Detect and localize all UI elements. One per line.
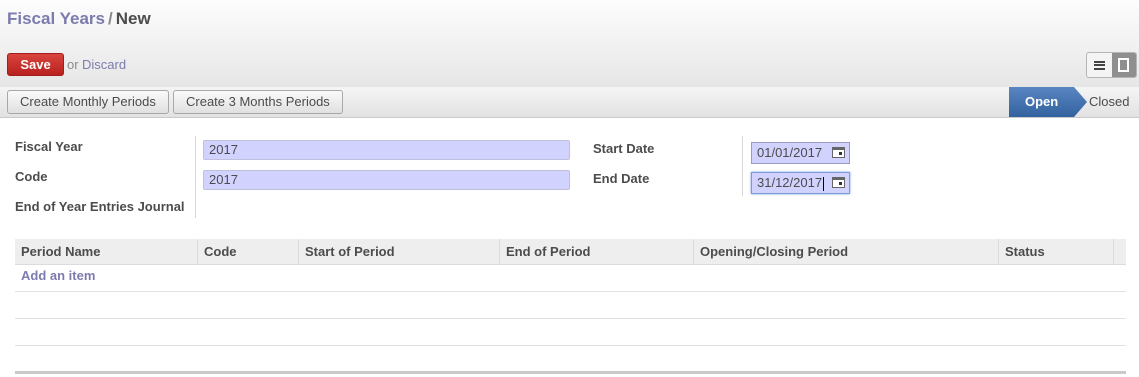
stage-open-label: Open <box>1025 94 1059 109</box>
breadcrumb-fiscal-years-link[interactable]: Fiscal Years <box>7 9 105 28</box>
table-row <box>15 291 1126 292</box>
column-header[interactable]: Code <box>198 239 299 264</box>
create-3-months-periods-button[interactable]: Create 3 Months Periods <box>173 90 343 114</box>
table-header: Period Name Code Start of Period End of … <box>15 239 1126 265</box>
discard-link[interactable]: Discard <box>82 57 126 72</box>
start-date-label: Start Date <box>593 141 655 156</box>
table-row <box>15 345 1126 346</box>
label-separator-right <box>742 136 743 196</box>
or-text: or <box>67 57 79 72</box>
column-header[interactable]: Status <box>999 239 1114 264</box>
journal-label: End of Year Entries Journal <box>15 199 185 214</box>
breadcrumb-current: New <box>115 9 151 28</box>
start-date-value: 01/01/2017 <box>757 145 823 160</box>
end-date-value: 31/12/2017 <box>757 175 823 190</box>
table-row <box>15 318 1126 319</box>
stage-open[interactable]: Open <box>1009 87 1087 117</box>
list-view-icon <box>1093 60 1105 70</box>
column-header[interactable]: Period Name <box>15 239 198 264</box>
text-cursor <box>823 176 825 191</box>
code-label: Code <box>15 169 48 184</box>
code-field[interactable]: 2017 <box>203 170 570 190</box>
form-view-button[interactable] <box>1111 53 1136 77</box>
start-date-field[interactable]: 01/01/2017 <box>751 142 850 164</box>
breadcrumb-separator: / <box>108 9 113 28</box>
end-date-label: End Date <box>593 171 650 186</box>
list-view-button[interactable] <box>1087 53 1112 77</box>
view-switcher <box>1086 52 1137 78</box>
label-separator <box>195 136 196 218</box>
create-monthly-periods-button[interactable]: Create Monthly Periods <box>7 90 169 114</box>
statusbar: Create Monthly Periods Create 3 Months P… <box>0 87 1139 118</box>
fiscal-year-field[interactable]: 2017 <box>203 140 570 160</box>
save-button[interactable]: Save <box>7 53 64 76</box>
add-an-item-link[interactable]: Add an item <box>21 268 95 283</box>
calendar-icon[interactable] <box>832 147 845 158</box>
breadcrumb: Fiscal Years / New <box>7 9 151 29</box>
column-header[interactable]: Opening/Closing Period <box>694 239 999 264</box>
calendar-icon[interactable] <box>832 177 845 188</box>
stage-closed[interactable]: Closed <box>1089 94 1129 109</box>
column-header[interactable]: End of Period <box>500 239 694 264</box>
form-view-icon <box>1118 58 1130 72</box>
control-panel: Fiscal Years / New Save or Discard <box>0 0 1139 88</box>
table-footer <box>15 371 1126 374</box>
end-date-field[interactable]: 31/12/2017 <box>751 172 850 194</box>
fiscal-year-label: Fiscal Year <box>15 139 83 154</box>
column-header[interactable]: Start of Period <box>299 239 500 264</box>
